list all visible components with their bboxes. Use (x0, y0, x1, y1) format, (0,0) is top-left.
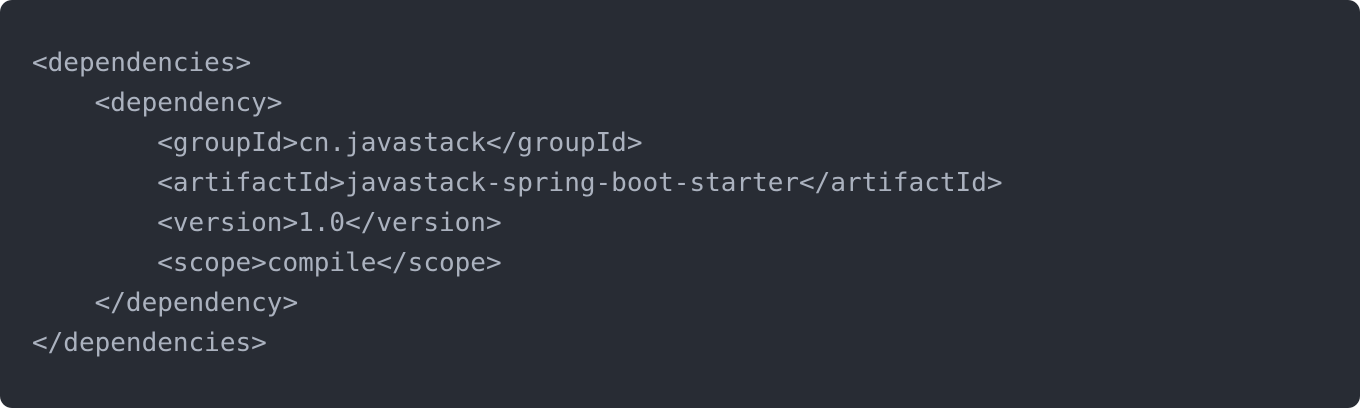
code-line-scope: <scope>compile</scope> (32, 248, 502, 278)
code-line-dependency-open: <dependency> (32, 88, 283, 118)
code-line-dependency-close: </dependency> (32, 288, 299, 318)
code-line-dependencies-close: </dependencies> (32, 328, 267, 358)
code-line-version: <version>1.0</version> (32, 208, 502, 238)
code-line-dependencies-open: <dependencies> (32, 48, 252, 78)
code-line-groupid: <groupId>cn.javastack</groupId> (32, 128, 643, 158)
code-block[interactable]: <dependencies> <dependency> <groupId>cn.… (0, 0, 1360, 408)
code-line-artifactid: <artifactId>javastack-spring-boot-starte… (32, 168, 1003, 198)
